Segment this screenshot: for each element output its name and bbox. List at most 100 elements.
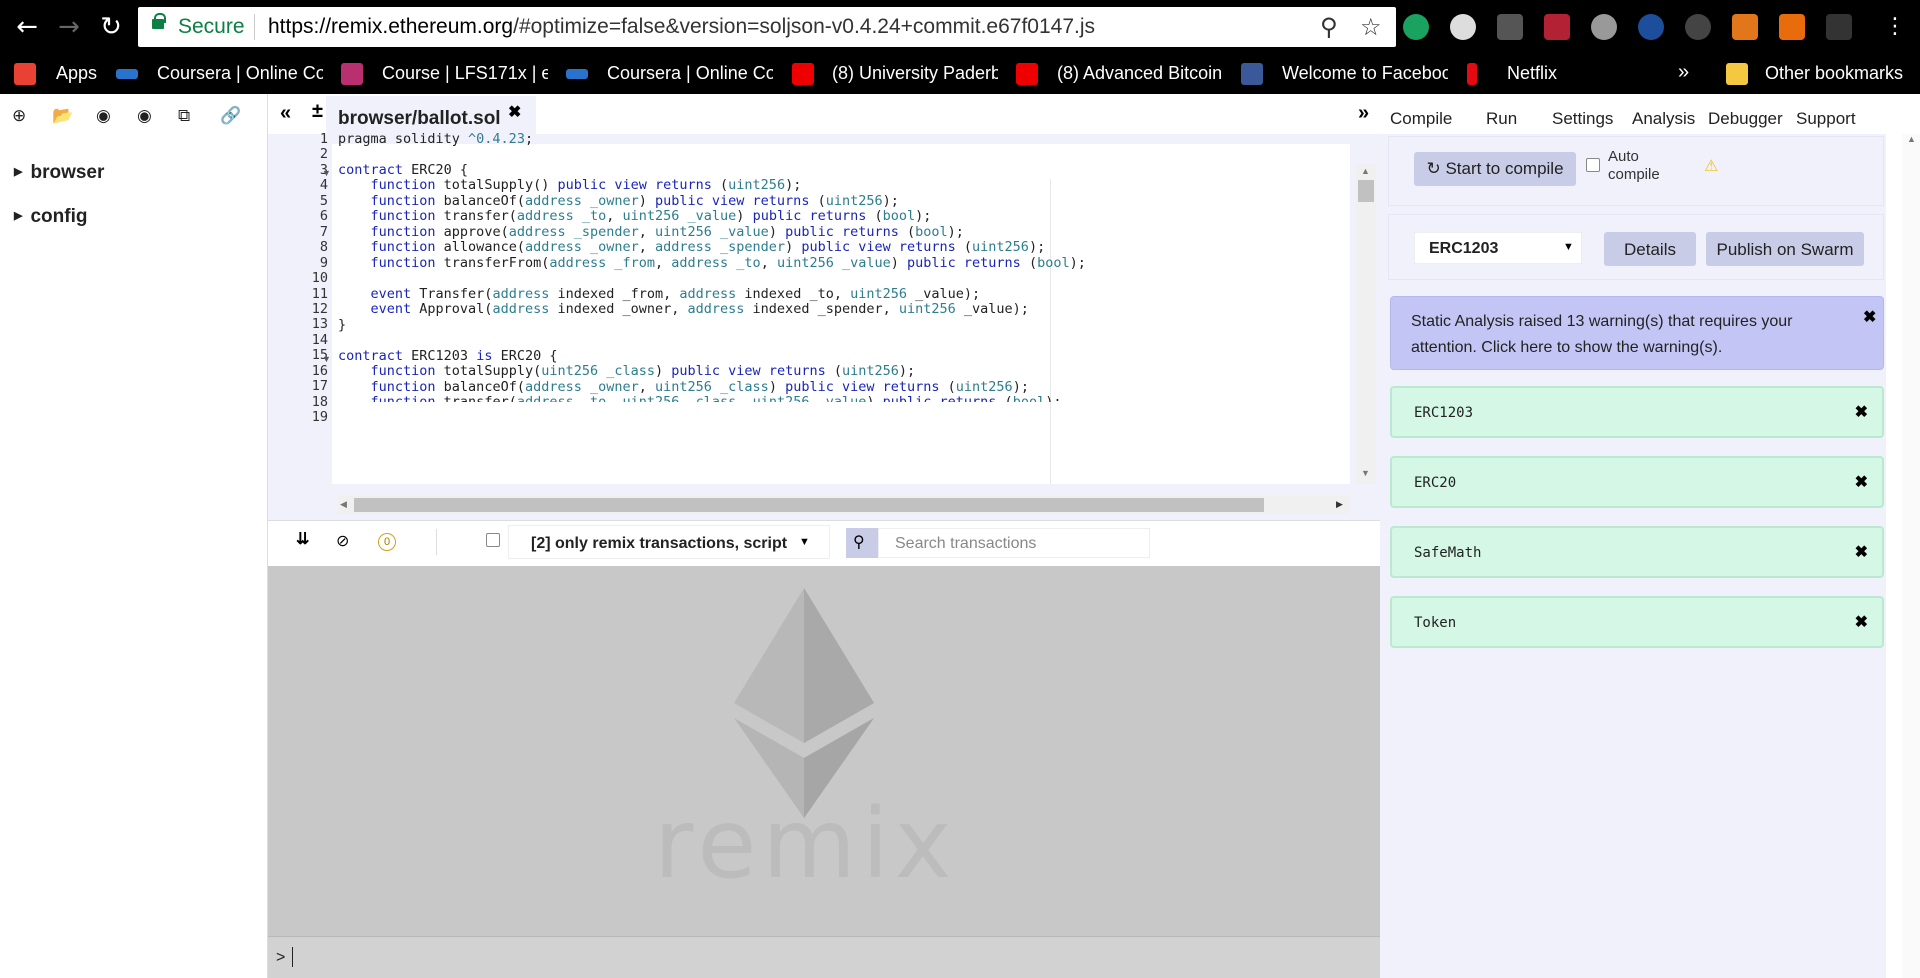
close-icon[interactable]: ✖ [1855,402,1868,422]
address-bar[interactable]: Secure https://remix.ethereum.org/#optim… [138,7,1396,47]
extension-green-icon[interactable] [1403,14,1429,40]
clear-terminal-icon[interactable]: ⊘ [336,531,349,551]
line-number: 12 [311,300,328,317]
code-line-15: contract ERC1203 is ERC20 { [338,348,558,364]
back-button[interactable]: ← [10,10,44,44]
bookmark-item[interactable]: Netflix [1507,63,1557,84]
contract-select[interactable]: ERC1203 ▼ [1414,232,1582,264]
auto-compile-label: Auto compile [1608,148,1660,183]
tab-analysis[interactable]: Analysis [1632,109,1695,129]
forward-button[interactable]: → [52,10,86,44]
auto-compile-checkbox[interactable] [1586,158,1600,172]
bookmark-item[interactable]: Welcome to Faceboo [1282,63,1448,84]
copy-icon[interactable]: ⧉ [178,106,190,126]
apps-icon[interactable] [14,63,36,85]
contract-item[interactable]: ERC1203 ✖ [1390,386,1884,438]
collapse-right-icon[interactable]: » [1358,102,1369,125]
bookmark-item[interactable]: Course | LFS171x | ed [382,63,548,84]
static-analysis-warning[interactable]: Static Analysis raised 13 warning(s) tha… [1390,296,1884,370]
fold-arrow-icon[interactable]: ▼ [322,354,331,364]
code-line-16: function totalSupply(uint256 _class) pub… [370,363,916,379]
star-icon[interactable]: ☆ [1360,13,1382,41]
bookmark-item[interactable]: (8) Advanced Bitcoin [1057,63,1223,84]
search-transactions-input[interactable]: Search transactions [878,528,1150,558]
close-icon[interactable]: ✖ [1855,612,1868,632]
extension-circle-icon[interactable] [1591,14,1617,40]
bookmarks-overflow[interactable]: » [1678,61,1689,84]
editor-horizontal-scrollbar[interactable]: ◀ ▶ [338,496,1350,514]
tab-debugger[interactable]: Debugger [1708,109,1783,129]
edx-icon [341,63,363,85]
bookmark-other[interactable]: Other bookmarks [1765,63,1903,84]
filter-label: [2] only remix transactions, script [531,535,788,552]
extension-jx-icon[interactable] [1779,14,1805,40]
close-tab-icon[interactable]: ✖ [508,102,521,122]
contract-item[interactable]: ERC20 ✖ [1390,456,1884,508]
code-editor[interactable]: 1 2 3 4 5 6 7 8 9 10 11 12 13 14 15 16 17 18 19 ▼ ▼ pragma… [268,131,1380,520]
new-file-icon[interactable]: ⊕ [12,106,26,126]
line-number: 14 [311,331,328,348]
scroll-up-icon[interactable]: ▲ [1361,166,1370,176]
transaction-filter-dropdown[interactable]: [2] only remix transactions, script ▼ [508,525,830,559]
bookmark-item[interactable]: Coursera | Online Co [607,63,773,84]
extension-ip-icon[interactable] [1450,14,1476,40]
bookmark-apps[interactable]: Apps [56,63,97,84]
tab-compile[interactable]: Compile [1390,109,1452,129]
details-button[interactable]: Details [1604,232,1696,266]
folder-browser[interactable]: ▶ browser [14,162,104,184]
reload-button[interactable]: ↻ [94,10,128,44]
listen-network-checkbox[interactable] [486,533,500,547]
scroll-thumb[interactable] [354,498,1264,512]
facebook-icon [1241,63,1263,85]
bookmarks-bar: Apps Coursera | Online Co Course | LFS17… [0,54,1920,94]
folder-config[interactable]: ▶ config [14,206,87,228]
scroll-up-icon[interactable]: ▲ [1907,134,1916,144]
editor-tab[interactable]: browser/ballot.sol ✖ [326,96,536,134]
terminal-output[interactable]: remix > [268,566,1380,978]
url-text[interactable]: https://remix.ethereum.org/#optimize=fal… [268,15,1095,39]
scroll-right-icon[interactable]: ▶ [1336,499,1343,510]
panel-scrollbar[interactable]: ▲ [1902,134,1920,978]
collapse-left-icon[interactable]: « [280,102,291,125]
extension-puzzle-icon[interactable] [1826,14,1852,40]
contract-item[interactable]: Token ✖ [1390,596,1884,648]
increase-font-icon[interactable]: ± [312,100,323,123]
bookmark-item[interactable]: (8) University Paderb [832,63,998,84]
minimize-terminal-icon[interactable]: ⇊ [296,529,309,549]
open-folder-icon[interactable]: 📂 [52,106,73,126]
close-warning-icon[interactable]: ✖ [1863,307,1876,327]
scroll-thumb[interactable] [1358,180,1374,202]
close-icon[interactable]: ✖ [1855,542,1868,562]
menu-icon[interactable]: ⋮ [1878,10,1912,44]
youtube-icon [1016,63,1038,85]
terminal-input-bar[interactable]: > [268,936,1380,978]
bookmark-item[interactable]: Coursera | Online Co [157,63,323,84]
scroll-left-icon[interactable]: ◀ [340,499,347,510]
extension-sync-icon[interactable] [1685,14,1711,40]
metamask-icon[interactable] [1732,14,1758,40]
contract-item[interactable]: SafeMath ✖ [1390,526,1884,578]
publish-swarm-button[interactable]: Publish on Swarm [1706,232,1864,266]
folder-icon [1726,63,1748,85]
github-gist-icon[interactable]: ◉ [137,106,152,126]
close-icon[interactable]: ✖ [1855,472,1868,492]
tab-run[interactable]: Run [1486,109,1517,129]
extension-flag-icon[interactable] [1544,14,1570,40]
start-compile-button[interactable]: ↻ Start to compile [1414,152,1576,186]
tab-settings[interactable]: Settings [1552,109,1613,129]
extension-java-icon[interactable] [1497,14,1523,40]
editor-vertical-scrollbar[interactable]: ▲ ▼ [1356,164,1376,484]
terminal-toolbar: ⇊ ⊘ 0 [2] only remix transactions, scrip… [268,520,1380,566]
tab-support[interactable]: Support [1796,109,1856,129]
fold-arrow-icon[interactable]: ▼ [322,168,331,178]
toolbar-divider [436,529,437,555]
link-icon[interactable]: 🔗 [220,106,241,126]
search-icon-box[interactable]: ⚲ [846,528,878,558]
scroll-down-icon[interactable]: ▼ [1361,468,1370,478]
contract-select-value: ERC1203 [1429,240,1499,257]
extension-plane-icon[interactable] [1638,14,1664,40]
line-number: 17 [311,378,328,395]
github-icon[interactable]: ◉ [96,106,111,126]
code-line-12: event Approval(address indexed _owner, a… [370,301,1029,317]
zoom-icon[interactable]: ⚲ [1320,13,1338,41]
